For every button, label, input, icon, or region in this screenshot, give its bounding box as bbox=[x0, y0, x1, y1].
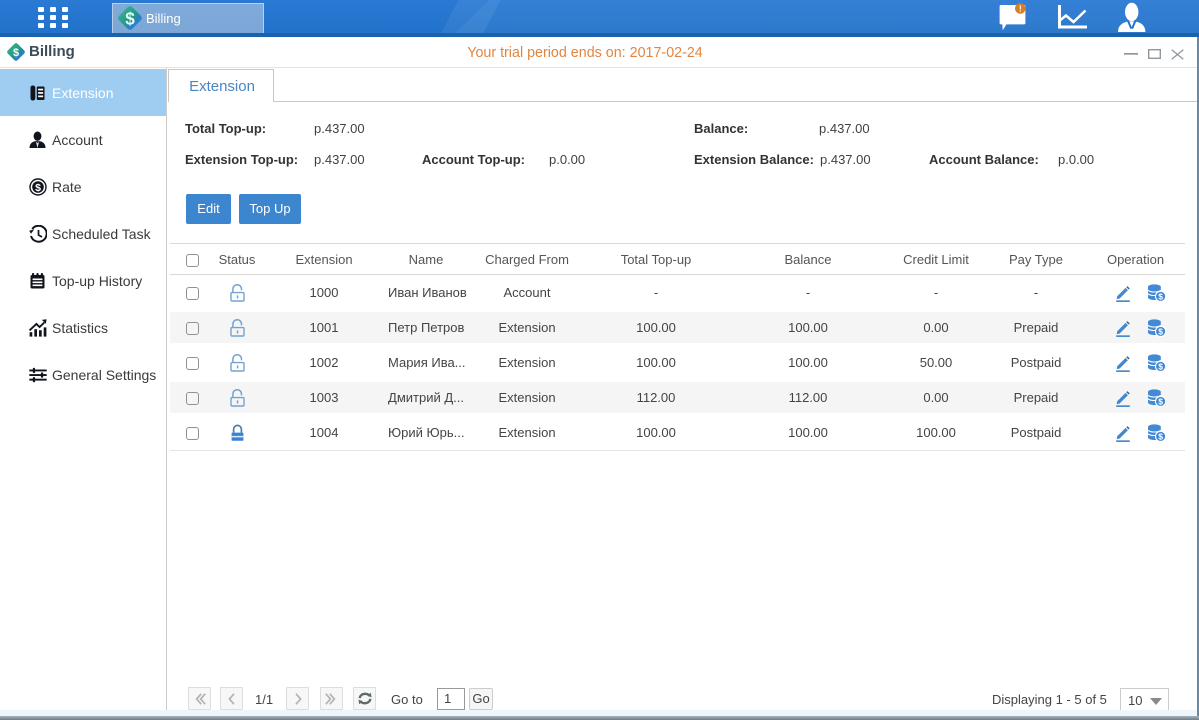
svg-text:$: $ bbox=[1158, 432, 1163, 442]
svg-text:!: ! bbox=[1019, 5, 1022, 14]
svg-text:$: $ bbox=[125, 9, 135, 29]
svg-text:$: $ bbox=[1158, 327, 1163, 337]
svg-text:$: $ bbox=[1158, 362, 1163, 372]
svg-text:$: $ bbox=[35, 182, 41, 194]
svg-text:$: $ bbox=[1158, 292, 1163, 302]
svg-text:$: $ bbox=[1158, 397, 1163, 407]
